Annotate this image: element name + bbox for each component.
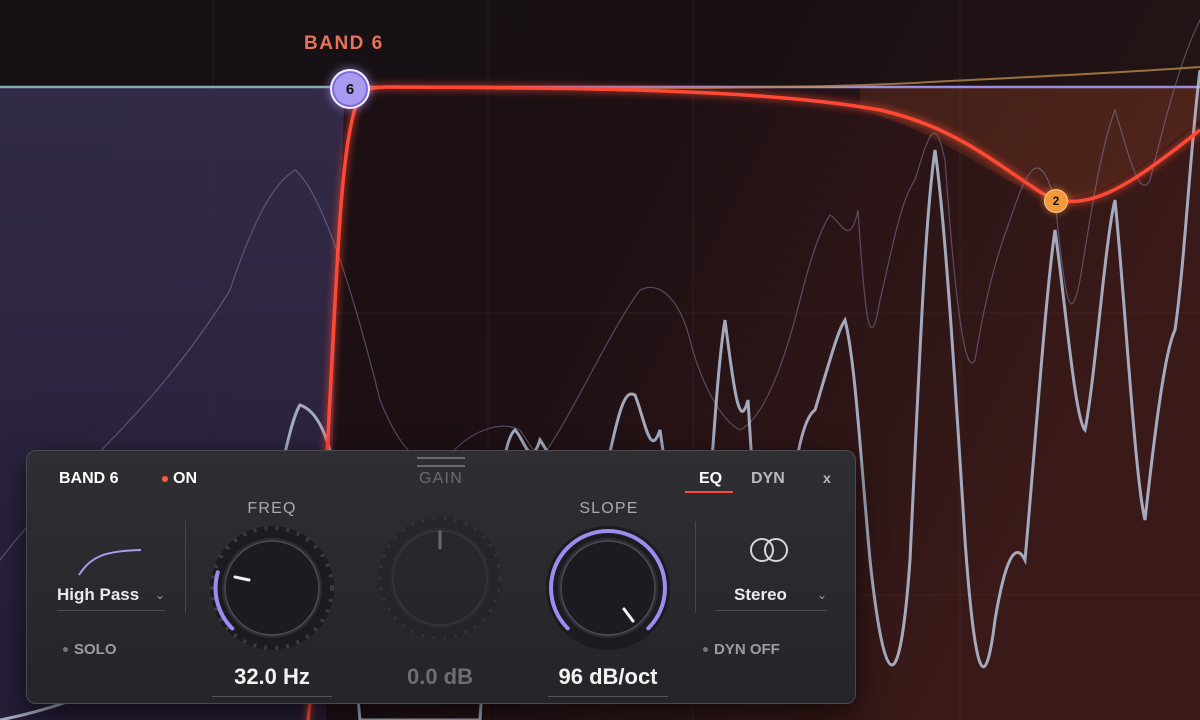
channel-mode-label: Stereo [734,585,787,604]
solo-label: SOLO [74,641,117,658]
band2-node[interactable]: 2 [1044,189,1068,213]
tab-eq[interactable]: EQ [699,470,722,488]
slope-knob[interactable] [543,523,673,653]
filter-type-label: High Pass [57,585,140,604]
high-pass-shape-icon [78,549,142,576]
panel-title: BAND 6 [59,470,119,487]
band-panel: BAND 6 ON EQ DYN x High Pass ⌄ SOLO FREQ… [26,450,856,704]
stereo-rings-icon [750,538,788,562]
dyn-off-dot [703,647,708,652]
tab-dyn[interactable]: DYN [751,470,785,488]
band-label: BAND 6 [304,33,384,54]
gain-value[interactable]: 0.0 dB [380,664,500,696]
solo-dot [63,647,68,652]
dyn-off-toggle[interactable]: DYN OFF [703,641,780,658]
filter-type-select[interactable]: High Pass ⌄ [57,585,165,611]
chevron-down-icon: ⌄ [154,588,165,602]
slope-value[interactable]: 96 dB/oct [548,664,668,697]
channel-mode-select[interactable]: Stereo ⌄ [715,585,827,611]
panel-drag-handle[interactable] [417,457,465,467]
freq-value[interactable]: 32.0 Hz [212,664,332,697]
slope-label: SLOPE [579,500,639,517]
gain-label: GAIN [419,470,463,487]
on-indicator-dot [162,476,168,482]
chevron-down-icon: ⌄ [816,588,827,602]
tab-eq-underline [685,491,733,493]
on-label: ON [173,470,197,487]
freq-label: FREQ [247,500,297,517]
band-on-toggle[interactable]: ON [162,470,197,488]
close-button[interactable]: x [823,470,831,486]
band6-node[interactable]: 6 [330,69,370,109]
solo-toggle[interactable]: SOLO [63,641,117,658]
divider-right [695,521,696,613]
dyn-off-label: DYN OFF [714,641,780,658]
gain-knob[interactable] [375,513,505,643]
divider-left [185,521,186,613]
freq-knob[interactable] [207,523,337,653]
